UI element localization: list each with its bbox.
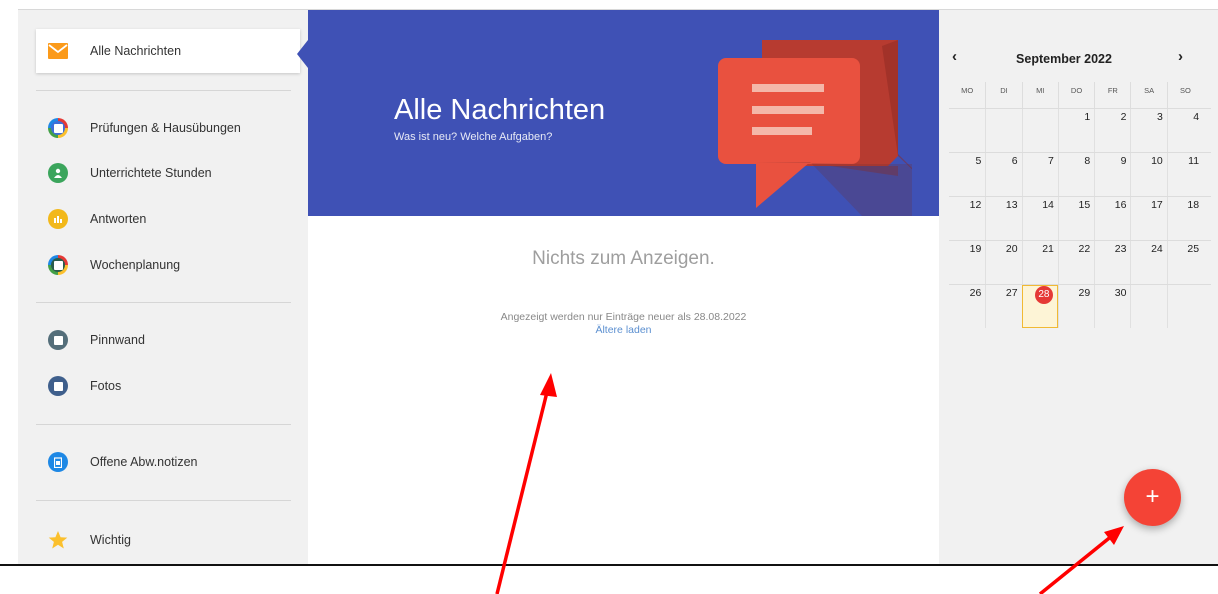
mail-icon xyxy=(48,41,68,61)
calendar-day[interactable]: 7 xyxy=(1021,153,1058,196)
calendar-day[interactable]: 5 xyxy=(949,153,985,196)
sidebar-item-label: Prüfungen & Hausübungen xyxy=(90,121,241,135)
calendar-day[interactable]: 27 xyxy=(985,285,1021,328)
sidebar-item-label: Unterrichtete Stunden xyxy=(90,166,212,180)
date-filter-info: Angezeigt werden nur Einträge neuer als … xyxy=(500,311,747,323)
sidebar-item-pinnwand[interactable]: Pinnwand xyxy=(36,318,312,362)
calendar-day[interactable]: 29 xyxy=(1057,285,1094,328)
sidebar-item-pruefungen[interactable]: Prüfungen & Hausübungen xyxy=(36,106,312,150)
calendar-day[interactable]: 26 xyxy=(949,285,985,328)
chat-bubbles-icon xyxy=(718,40,912,216)
calendar-day[interactable]: 9 xyxy=(1094,153,1130,196)
weekday-label: DI xyxy=(985,82,1021,108)
sidebar-divider xyxy=(36,500,291,501)
sidebar-divider xyxy=(36,90,291,91)
chart-icon xyxy=(48,209,68,229)
calendar-day[interactable]: 16 xyxy=(1094,197,1130,240)
page-subtitle: Was ist neu? Welche Aufgaben? xyxy=(394,131,553,143)
weekday-label: SO xyxy=(1166,82,1203,108)
calendar-day[interactable]: 21 xyxy=(1021,241,1058,284)
calendar-week: 5 6 7 8 9 10 11 xyxy=(949,152,1211,196)
calendar-day[interactable]: 1 xyxy=(1057,109,1094,152)
calendar-day[interactable]: 18 xyxy=(1166,197,1203,240)
star-icon xyxy=(48,530,68,550)
add-button[interactable]: + xyxy=(1124,469,1181,526)
banner: Alle Nachrichten Was ist neu? Welche Auf… xyxy=(308,10,939,216)
active-indicator xyxy=(297,40,308,68)
sidebar-item-wochenplanung[interactable]: Wochenplanung xyxy=(36,243,312,287)
calendar-day xyxy=(949,109,985,152)
calendar-day[interactable]: 22 xyxy=(1057,241,1094,284)
calendar-day[interactable]: 13 xyxy=(985,197,1021,240)
calendar-day[interactable]: 2 xyxy=(1094,109,1130,152)
calendar-day xyxy=(1166,285,1203,328)
sidebar-item-label: Antworten xyxy=(90,212,147,226)
main-content: Alle Nachrichten Was ist neu? Welche Auf… xyxy=(308,10,939,564)
page-title: Alle Nachrichten xyxy=(394,94,606,126)
weekday-label: FR xyxy=(1094,82,1130,108)
sidebar: Alle Nachrichten Prüfungen & Hausübungen… xyxy=(18,10,308,564)
calendar-day[interactable]: 24 xyxy=(1130,241,1166,284)
prev-month-button[interactable]: ‹ xyxy=(952,48,957,65)
sidebar-item-label: Alle Nachrichten xyxy=(90,44,182,58)
sidebar-item-wichtig[interactable]: Wichtig xyxy=(36,518,312,562)
calendar-grid: MO DI MI DO FR SA SO 1 2 3 4 5 6 7 8 9 1… xyxy=(949,82,1211,328)
sidebar-item-unterrichtete-stunden[interactable]: Unterrichtete Stunden xyxy=(36,151,312,195)
sidebar-item-label: Fotos xyxy=(90,379,122,393)
sidebar-item-antworten[interactable]: Antworten xyxy=(36,197,312,241)
sidebar-item-label: Wichtig xyxy=(90,533,131,547)
weekday-label: MO xyxy=(961,86,974,95)
calendar-day[interactable]: 11 xyxy=(1166,153,1203,196)
photo-icon xyxy=(48,376,68,396)
load-older-link[interactable]: Ältere laden xyxy=(308,324,939,336)
calendar-week: 12 13 14 15 16 17 18 xyxy=(949,196,1211,240)
pin-board-icon xyxy=(48,330,68,350)
sidebar-divider xyxy=(36,302,291,303)
calendar-day[interactable]: 20 xyxy=(985,241,1021,284)
empty-state-text: Nichts zum Anzeigen. xyxy=(532,248,715,269)
weekday-header: MO DI MI DO FR SA SO xyxy=(949,82,1211,108)
calendar-week: 19 20 21 22 23 24 25 xyxy=(949,240,1211,284)
calendar-day xyxy=(1130,285,1166,328)
next-month-button[interactable]: › xyxy=(1178,48,1183,65)
calendar-day[interactable]: 12 xyxy=(949,197,985,240)
sidebar-item-label: Offene Abw.notizen xyxy=(90,455,198,469)
sidebar-item-offene-abwnotizen[interactable]: Offene Abw.notizen xyxy=(36,440,312,484)
calendar-day[interactable]: 25 xyxy=(1166,241,1203,284)
calendar-day[interactable]: 19 xyxy=(949,241,985,284)
clipboard-icon xyxy=(48,452,68,472)
sidebar-item-alle-nachrichten[interactable]: Alle Nachrichten xyxy=(36,29,300,73)
calendar-icon xyxy=(48,255,68,275)
calendar-day[interactable]: 3 xyxy=(1130,109,1166,152)
sidebar-item-label: Wochenplanung xyxy=(90,258,181,272)
today-badge: 28 xyxy=(1034,286,1053,304)
calendar-day[interactable]: 8 xyxy=(1057,153,1094,196)
weekday-label: SA xyxy=(1130,82,1166,108)
calendar-week: 1 2 3 4 xyxy=(949,108,1211,152)
calendar-month-title: September 2022 xyxy=(1016,52,1112,66)
calendar-day xyxy=(1021,109,1058,152)
sidebar-item-fotos[interactable]: Fotos xyxy=(36,364,312,408)
calendar-day[interactable]: 23 xyxy=(1094,241,1130,284)
calendar-day[interactable]: 10 xyxy=(1130,153,1166,196)
calendar-day[interactable]: 15 xyxy=(1057,197,1094,240)
calendar-day[interactable]: 17 xyxy=(1130,197,1166,240)
bottom-border xyxy=(0,564,1218,566)
calendar-day[interactable]: 30 xyxy=(1094,285,1130,328)
weekday-label: MI xyxy=(1021,82,1058,108)
calendar-day-today[interactable]: 28 xyxy=(1021,285,1058,328)
exam-icon xyxy=(48,118,68,138)
person-icon xyxy=(48,163,68,183)
calendar-day[interactable]: 14 xyxy=(1021,197,1058,240)
calendar-day[interactable]: 4 xyxy=(1166,109,1203,152)
sidebar-divider xyxy=(36,424,291,425)
calendar-day[interactable]: 6 xyxy=(985,153,1021,196)
calendar-day xyxy=(985,109,1021,152)
sidebar-item-label: Pinnwand xyxy=(90,333,145,347)
calendar-week: 26 27 28 29 30 xyxy=(949,284,1211,328)
weekday-label: DO xyxy=(1057,82,1094,108)
